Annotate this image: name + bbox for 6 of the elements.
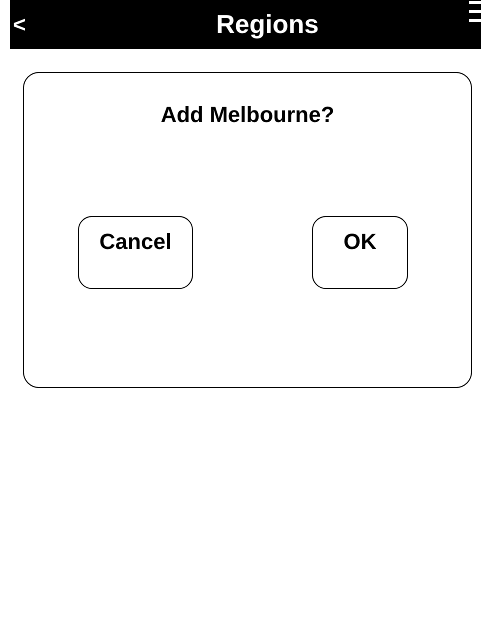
menu-icon[interactable]	[469, 0, 481, 24]
ok-button[interactable]: OK	[312, 216, 408, 289]
dialog-message: Add Melbourne?	[160, 102, 336, 128]
screen-title: Regions	[216, 9, 319, 40]
back-button[interactable]: <	[13, 12, 26, 38]
cancel-button[interactable]: Cancel	[78, 216, 193, 289]
